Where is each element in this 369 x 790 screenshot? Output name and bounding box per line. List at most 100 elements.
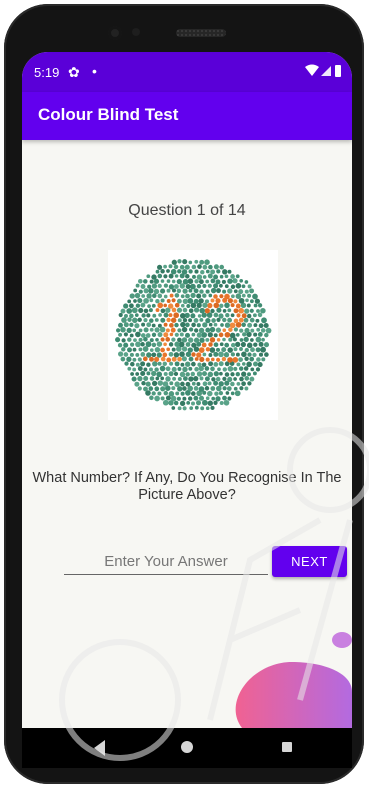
- plate-background-dot: [118, 332, 123, 337]
- plate-background-dot: [253, 323, 258, 328]
- plate-background-dot: [260, 307, 266, 314]
- earpiece-speaker: [176, 29, 226, 37]
- plate-background-dot: [133, 338, 137, 343]
- plate-background-dot: [200, 269, 205, 275]
- plate-background-dot: [261, 357, 266, 362]
- plate-background-dot: [132, 357, 137, 362]
- plate-background-dot: [258, 323, 264, 329]
- plate-background-dot: [132, 347, 137, 352]
- nav-bar: [22, 728, 352, 768]
- plate-background-dot: [191, 264, 197, 270]
- wifi-icon: [305, 64, 319, 76]
- plate-background-dot: [247, 372, 251, 377]
- plate-background-dot: [258, 341, 264, 347]
- plate-background-dot: [250, 328, 255, 333]
- plate-background-dot: [176, 396, 181, 401]
- plate-background-dot: [130, 372, 134, 376]
- plate-background-dot: [126, 308, 133, 314]
- plate-background-dot: [171, 406, 176, 410]
- plate-background-dot: [187, 396, 193, 401]
- front-camera: [108, 26, 122, 40]
- plate-background-dot: [118, 322, 123, 328]
- plate-background-dot: [182, 406, 187, 411]
- answer-input[interactable]: [64, 548, 268, 575]
- plate-background-dot: [204, 386, 210, 391]
- plate-background-dot: [127, 366, 132, 371]
- plate-background-dot: [117, 343, 123, 348]
- plate-background-dot: [207, 400, 213, 406]
- plate-background-dot: [250, 347, 255, 353]
- plate-background-dot: [118, 351, 124, 357]
- plate-background-dot: [157, 391, 162, 396]
- plate-background-dot: [252, 293, 258, 300]
- plate-background-dot: [255, 318, 260, 323]
- plate-background-dot: [253, 303, 258, 308]
- plate-background-dot: [249, 308, 254, 313]
- ishihara-plate: 12: [108, 250, 278, 420]
- plate-background-dot: [154, 395, 160, 402]
- plate-background-dot: [116, 328, 121, 333]
- plate-background-dot: [171, 386, 176, 391]
- cell-signal-icon: [321, 66, 331, 76]
- plate-background-dot: [260, 346, 266, 353]
- home-circle-icon[interactable]: [180, 740, 194, 754]
- plate-background-dot: [253, 342, 258, 347]
- plate-background-dot: [170, 268, 177, 275]
- question-counter: Question 1 of 14: [128, 202, 246, 219]
- plate-background-dot: [246, 361, 252, 368]
- plate-background-dot: [202, 264, 208, 270]
- gear-icon: ✿: [68, 64, 80, 80]
- plate-background-dot: [216, 269, 221, 274]
- back-triangle-icon[interactable]: [90, 738, 110, 758]
- plate-background-dot: [129, 303, 134, 309]
- plate-background-dot: [249, 356, 255, 362]
- plate-background-dot: [233, 386, 238, 391]
- plate-background-dot: [160, 386, 166, 392]
- plate-background-dot: [205, 406, 210, 411]
- plate-background-dot: [227, 396, 232, 401]
- plate-background-dot: [252, 352, 257, 358]
- plate-background-dot: [247, 381, 252, 386]
- plate-background-dot: [216, 385, 222, 392]
- plate-background-dot: [130, 342, 135, 347]
- plate-background-dot: [255, 336, 262, 343]
- plate-background-dot: [247, 322, 253, 328]
- decorative-blob: [235, 632, 352, 728]
- plate-background-dot: [249, 299, 254, 304]
- plate-background-dot: [198, 386, 205, 392]
- plate-background-dot: [213, 264, 219, 270]
- plate-background-dot: [264, 332, 269, 338]
- plate-background-dot: [213, 400, 218, 405]
- plate-background-dot: [249, 376, 255, 382]
- plate-background-dot: [234, 390, 241, 397]
- app-bar: Colour Blind Test: [22, 92, 352, 140]
- plate-background-dot: [186, 401, 191, 405]
- plate-background-dot: [188, 260, 193, 265]
- plate-background-dot: [177, 406, 182, 411]
- plate-background-dot: [210, 386, 216, 391]
- plate-background-dot: [121, 317, 127, 323]
- plate-background-dot: [132, 317, 138, 324]
- plate-background-dot: [175, 391, 180, 396]
- plate-background-dot: [121, 338, 126, 343]
- plate-background-dot: [123, 342, 129, 348]
- plate-background-dot: [127, 337, 132, 342]
- recents-square-icon[interactable]: [282, 742, 292, 752]
- app-screen: 5:19 ✿ • Colour Blind Test Question 1 of…: [22, 52, 352, 728]
- plate-background-dot: [177, 269, 182, 274]
- plate-background-dot: [208, 264, 213, 270]
- plate-background-dot: [260, 328, 266, 333]
- plate-background-dot: [148, 386, 154, 391]
- plate-background-dot: [257, 362, 263, 368]
- plate-background-dot: [168, 264, 173, 269]
- plate-background-dot: [129, 322, 134, 327]
- plate-background-dot: [198, 395, 205, 401]
- plate-background-dot: [264, 352, 269, 357]
- plate-background-dot: [204, 259, 210, 265]
- plate-background-dot: [223, 399, 230, 406]
- plate-background-dot: [120, 308, 126, 314]
- next-button[interactable]: NEXT: [272, 546, 347, 577]
- plate-background-dot: [115, 337, 121, 343]
- plate-background-dot: [249, 288, 255, 294]
- plate-background-dot: [247, 352, 252, 357]
